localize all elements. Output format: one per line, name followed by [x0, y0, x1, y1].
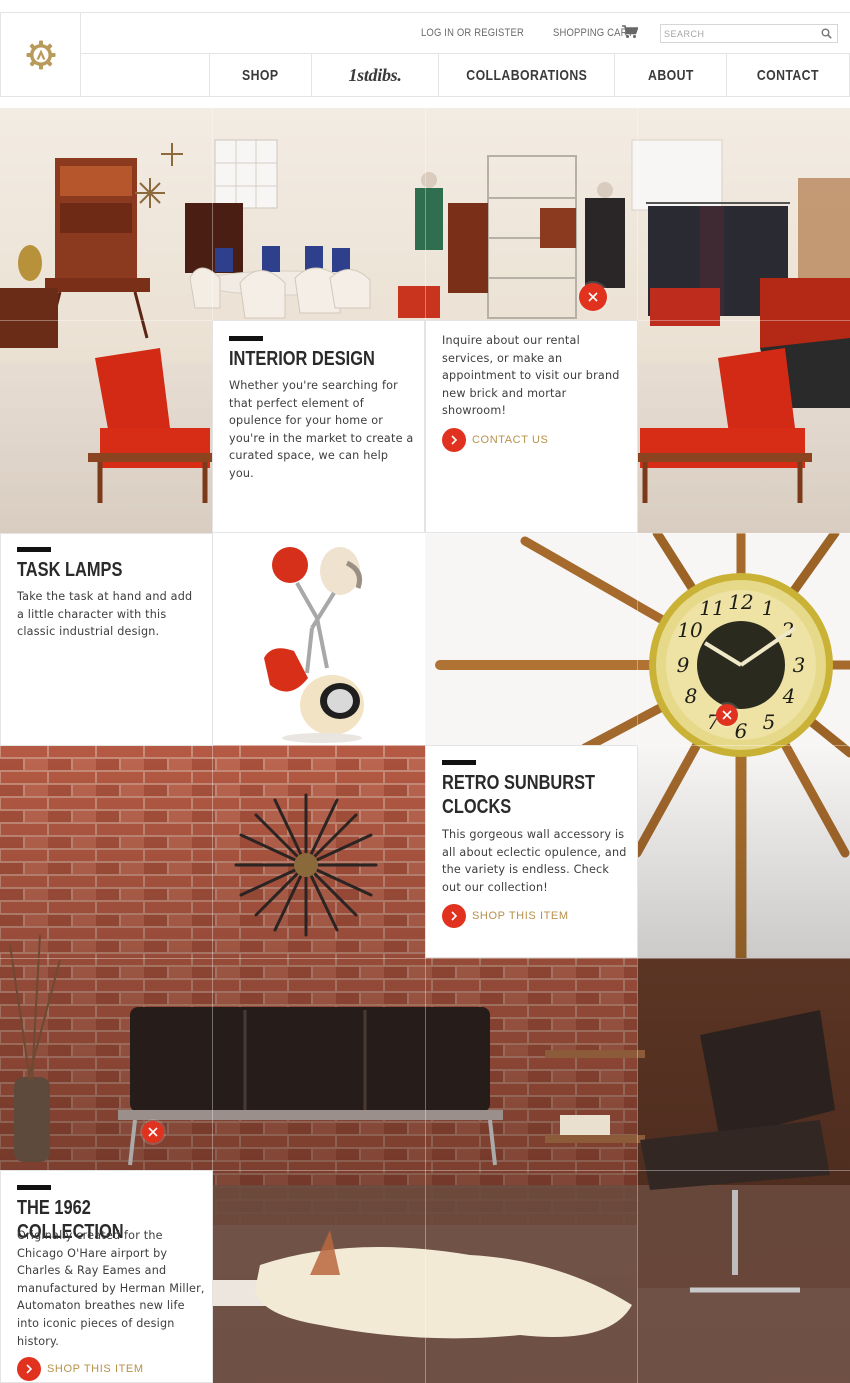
svg-text:11: 11 [699, 596, 724, 620]
shop-collection-button[interactable]: SHOP THIS ITEM [17, 1357, 144, 1381]
panel-title: RETRO SUNBURST CLOCKS [442, 772, 596, 818]
content-grid: 12 1 2 3 4 5 6 7 8 9 10 11 INTERIOR DESI… [0, 108, 850, 1383]
collection-panel: THE 1962 COLLECTION Originally created f… [0, 1170, 213, 1383]
task-lamps-panel: TASK LAMPS Take the task at hand and add… [0, 533, 213, 746]
cart-icon[interactable] [622, 25, 638, 39]
nav-item-contact[interactable]: CONTACT [726, 54, 850, 96]
logo-gear-icon [26, 40, 55, 69]
panel-accent-bar [442, 760, 476, 765]
nav-label: SHOP [242, 66, 279, 84]
interior-design-panel: INTERIOR DESIGN Whether you're searching… [212, 320, 425, 533]
svg-text:12: 12 [728, 590, 753, 614]
nav-label: CONTACT [756, 66, 820, 84]
svg-text:3: 3 [793, 653, 806, 677]
svg-text:8: 8 [685, 684, 698, 708]
site-header: LOG IN OR REGISTER SHOPPING CART SHOP 1s… [0, 12, 850, 97]
task-lamp-photo [212, 533, 425, 746]
panel-title: INTERIOR DESIGN [229, 348, 375, 370]
svg-text:1: 1 [762, 596, 775, 620]
task-lamp-illustration [264, 547, 364, 743]
cta-label: SHOP THIS ITEM [472, 910, 569, 922]
logo[interactable] [0, 13, 81, 96]
svg-text:6: 6 [735, 719, 748, 743]
inquire-panel: Inquire about our rental services, or ma… [425, 320, 638, 533]
panel-accent-bar [17, 1185, 51, 1190]
panel-text: Whether you're searching for that perfec… [229, 379, 414, 480]
nav-label: COLLABORATIONS [465, 66, 587, 84]
sunburst-clocks-panel: RETRO SUNBURST CLOCKS This gorgeous wall… [425, 745, 638, 958]
svg-text:4: 4 [782, 684, 796, 708]
search-icon[interactable] [821, 28, 832, 39]
panel-text: This gorgeous wall accessory is all abou… [442, 828, 627, 894]
nav-item-collaborations[interactable]: COLLABORATIONS [438, 54, 614, 96]
nav-label: ABOUT [647, 66, 694, 84]
chevron-right-icon [442, 904, 466, 928]
cta-label: SHOP THIS ITEM [47, 1363, 144, 1375]
chevron-right-icon [17, 1357, 41, 1381]
nav-item-1stdibs[interactable]: 1stdibs. [311, 54, 438, 96]
panel-text: Take the task at hand and add a little c… [17, 590, 193, 639]
close-x-icon[interactable] [579, 283, 607, 311]
login-register-link[interactable]: LOG IN OR REGISTER [421, 27, 524, 39]
chevron-right-icon [442, 428, 466, 452]
nav-item-shop[interactable]: SHOP [209, 54, 311, 96]
panel-accent-bar [229, 336, 263, 341]
panel-accent-bar [17, 547, 51, 552]
panel-title: TASK LAMPS [17, 559, 123, 581]
svg-text:5: 5 [763, 710, 776, 734]
utility-bar: LOG IN OR REGISTER SHOPPING CART [81, 13, 850, 54]
svg-text:10: 10 [677, 618, 703, 642]
panel-text: Inquire about our rental services, or ma… [442, 334, 620, 418]
close-x-icon[interactable] [716, 704, 738, 726]
close-x-icon[interactable] [142, 1121, 164, 1143]
nav-label: 1stdibs. [348, 64, 402, 85]
nav-item-about[interactable]: ABOUT [614, 54, 726, 96]
search-box [660, 24, 838, 43]
svg-text:9: 9 [677, 653, 690, 677]
panel-text: Originally created for the Chicago O'Har… [17, 1229, 205, 1348]
main-nav: SHOP 1stdibs. COLLABORATIONS ABOUT CONTA… [81, 54, 850, 96]
shop-clock-button[interactable]: SHOP THIS ITEM [442, 904, 569, 928]
search-input[interactable] [664, 27, 814, 40]
cta-label: CONTACT US [472, 434, 549, 446]
contact-us-button[interactable]: CONTACT US [442, 428, 549, 452]
